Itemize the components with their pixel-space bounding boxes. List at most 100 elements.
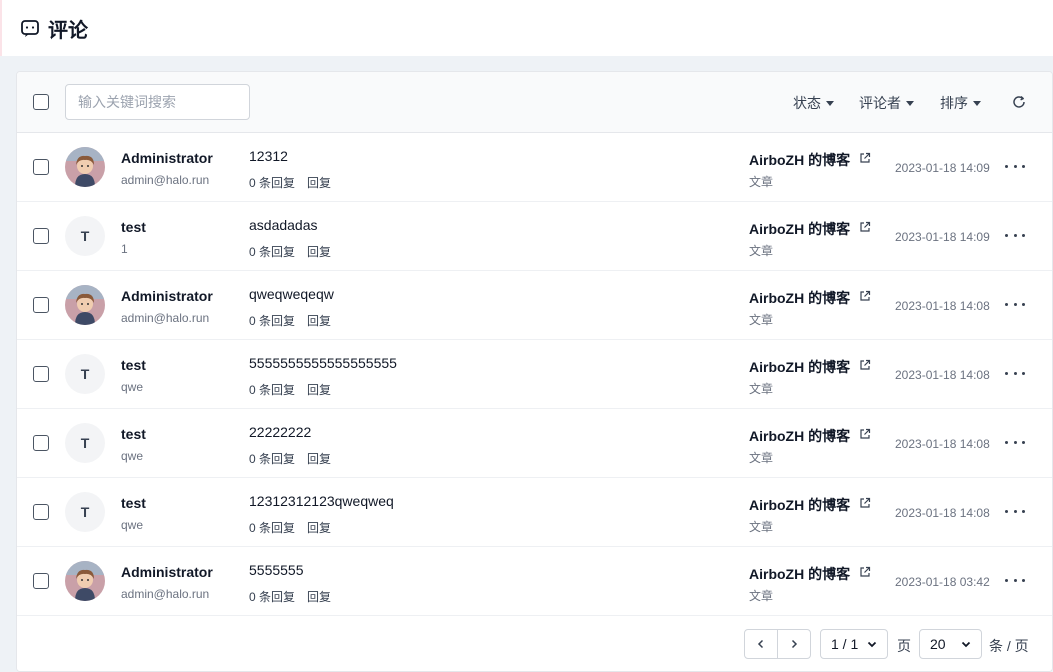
reply-button[interactable]: 回复 [307,174,331,191]
post-type: 文章 [749,313,774,327]
comment-time: 2023-01-18 14:08 [895,368,990,382]
refresh-icon[interactable] [1011,94,1027,110]
chevron-down-icon [973,100,981,106]
reply-button[interactable]: 回复 [307,381,331,398]
page-size-select[interactable]: 20 [919,629,982,659]
comment-row: Administrator admin@halo.run 12312 0 条回复 回复 A… [17,133,1052,202]
reply-button[interactable]: 回复 [307,243,331,260]
commenter-filter-dropdown[interactable]: 评论者 [859,93,914,113]
more-options-icon[interactable] [1005,365,1025,381]
post-title-link[interactable]: AirboZH 的博客 [749,288,850,308]
comment-icon [20,18,40,38]
page-size-unit-label: 条 / 页 [989,638,1029,654]
post-type: 文章 [749,175,774,189]
external-link-icon[interactable] [859,220,871,232]
more-options-icon[interactable] [1005,434,1025,450]
post-title-link[interactable]: AirboZH 的博客 [749,150,850,170]
author-email: 1 [121,242,128,256]
comment-content: 5555555 [249,562,304,578]
post-title-link[interactable]: AirboZH 的博客 [749,219,850,239]
row-checkbox[interactable] [33,573,49,589]
row-checkbox[interactable] [33,159,49,175]
page-select[interactable]: 1 / 1 [820,629,888,659]
reply-count: 0 条回复 [249,452,296,466]
page-size-value: 20 [930,636,946,652]
comment-content: 12312312123qweqweq [249,493,394,509]
row-checkbox[interactable] [33,366,49,382]
external-link-icon[interactable] [859,358,871,370]
pagination: 1 / 1 页 20 条 / 页 [17,617,1052,671]
avatar [65,285,105,325]
author-name: Administrator [121,150,213,166]
more-options-icon[interactable] [1005,158,1025,174]
comment-row: Ttest 1 asdadadas 0 条回复 回复 AirboZH 的博客 文章 2023-… [17,202,1052,271]
page-title: 评论 [48,19,88,42]
post-title-link[interactable]: AirboZH 的博客 [749,426,850,446]
row-checkbox[interactable] [33,435,49,451]
more-options-icon[interactable] [1005,572,1025,588]
post-type: 文章 [749,451,774,465]
external-link-icon[interactable] [859,565,871,577]
select-all-checkbox[interactable] [33,94,49,110]
comment-row: Administrator admin@halo.run qweqweqeqw 0 条… [17,271,1052,340]
more-options-icon[interactable] [1005,503,1025,519]
author-email: qwe [121,449,144,463]
chevron-down-icon [826,100,834,106]
comment-time: 2023-01-18 14:09 [895,230,990,244]
reply-button[interactable]: 回复 [307,519,331,536]
avatar-letter: T [80,504,90,520]
commenter-filter-label: 评论者 [859,95,901,111]
external-link-icon[interactable] [859,289,871,301]
author-name: test [121,357,146,373]
chevron-left-icon [757,639,764,649]
author-name: Administrator [121,288,213,304]
post-title-link[interactable]: AirboZH 的博客 [749,357,850,377]
row-checkbox[interactable] [33,504,49,520]
author-name: test [121,426,146,442]
more-options-icon[interactable] [1005,296,1025,312]
status-filter-dropdown[interactable]: 状态 [793,93,834,113]
post-title-link[interactable]: AirboZH 的博客 [749,495,850,515]
avatar-letter: T [80,366,90,382]
comment-time: 2023-01-18 03:42 [895,575,990,589]
author-email: admin@halo.run [121,173,210,187]
next-page-button[interactable] [777,629,811,659]
comment-time: 2023-01-18 14:08 [895,437,990,451]
comment-row: Administrator admin@halo.run 5555555 0 条回复回… [17,547,1052,616]
comment-list-card: 状态 评论者 排序 Administrator admin@halo.run 123… [16,71,1053,672]
reply-button[interactable]: 回复 [307,312,331,329]
comment-content: asdadadas [249,217,318,233]
avatar: T [65,492,105,532]
author-name: Administrator [121,564,213,580]
avatar-letter: T [80,435,90,451]
external-link-icon[interactable] [859,496,871,508]
author-name: test [121,219,146,235]
reply-button[interactable]: 回复 [307,588,331,605]
row-checkbox[interactable] [33,297,49,313]
comment-row: Ttest qwe 12312312123qweqweq 0 条回复 回复 AirboZH… [17,478,1052,547]
chevron-down-icon [906,100,914,106]
avatar [65,561,105,601]
author-name: test [121,495,146,511]
row-checkbox[interactable] [33,228,49,244]
chevron-down-icon [867,641,877,648]
post-type: 文章 [749,589,774,603]
reply-count: 0 条回复 [249,383,296,397]
page-unit-label: 页 [897,638,911,654]
reply-button[interactable]: 回复 [307,450,331,467]
comment-time: 2023-01-18 14:08 [895,506,990,520]
sort-filter-dropdown[interactable]: 排序 [940,93,981,113]
comment-row: Ttest qwe 22222222 0 条回复 回复 AirboZH 的博客文章 2023… [17,409,1052,478]
chevron-down-icon [961,641,971,648]
more-options-icon[interactable] [1005,227,1025,243]
prev-page-button[interactable] [744,629,778,659]
list-toolbar: 状态 评论者 排序 [17,72,1052,133]
page-select-value: 1 / 1 [831,636,859,652]
search-input[interactable] [65,84,250,120]
post-title-link[interactable]: AirboZH 的博客 [749,564,850,584]
external-link-icon[interactable] [859,427,871,439]
post-type: 文章 [749,520,774,534]
avatar [65,147,105,187]
external-link-icon[interactable] [859,151,871,163]
comment-content: 22222222 [249,424,312,440]
